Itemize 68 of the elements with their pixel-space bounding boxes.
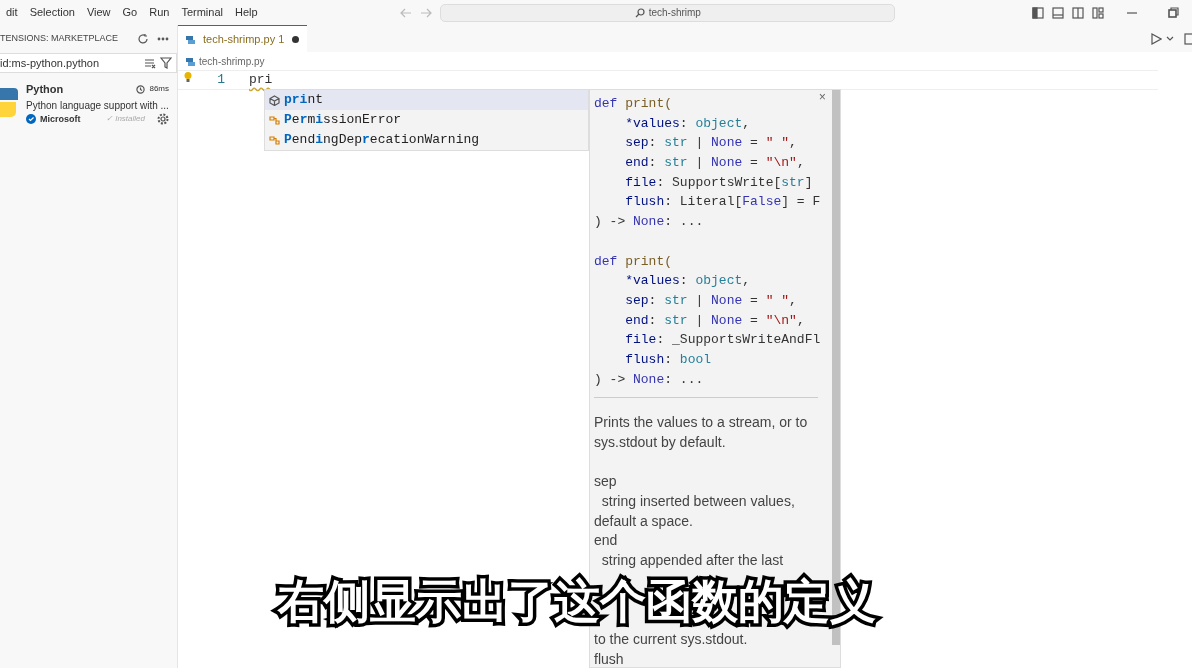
search-icon [634,7,645,18]
menu-item[interactable]: Help [229,4,264,21]
doc-text: end [594,531,619,551]
menu-item[interactable]: Selection [23,4,81,21]
code-line: def print( [594,95,673,113]
cube-icon [269,94,280,106]
code-line: file: _SupportsWriteAndFl [624,331,821,350]
extension-search-field[interactable]: id:ms-python.python [0,53,177,73]
close-button[interactable]: × [818,92,826,104]
caret-icon[interactable] [1166,34,1174,43]
code-text: pri [249,71,273,90]
command-center-search[interactable]: tech-shrimp [440,3,896,22]
refresh-icon[interactable] [137,33,149,45]
sidebar-title: TENSIONS: MARKETPLACE [0,32,119,46]
menu-item[interactable]: Run [143,4,176,21]
doc-text: default a space. [594,511,694,531]
code-line: end: str | None = "\n", [624,154,805,173]
line-number: 1 [216,71,225,90]
code-line: def print( [594,252,673,271]
doc-text: flush [594,649,625,667]
python-file-icon [186,56,195,66]
code-line: ) -> None: ... [594,370,704,389]
split-layout-icon[interactable] [1072,6,1084,19]
run-icon[interactable] [1150,32,1162,45]
code-line: sep: str | None = " ", [624,291,797,310]
activation-time: 86ms [149,83,169,96]
suggestion-item[interactable]: PermissionError [265,110,588,130]
menu-item[interactable]: Terminal [175,4,229,21]
doc-text: sep [594,472,618,492]
code-line: file: SupportsWrite[str] [624,173,813,192]
subtitle: 右侧显示出了这个函数的定义 [272,572,882,631]
doc-text: sys.stdout by default. [594,433,727,452]
class-icon [269,134,280,146]
editor-tab[interactable]: tech-shrimp.py 1 [178,25,308,52]
menu-item[interactable]: View [80,4,117,21]
breadcrumb[interactable]: tech-shrimp.py [199,53,265,69]
menu-item[interactable]: Go [116,4,144,21]
split-editor-icon[interactable] [1184,32,1192,45]
extension-description: Python language support with ... [26,98,169,113]
code-line: flush: Literal[False] = F [624,193,821,212]
code-line: *values: object, [624,114,751,133]
extension-name: Python [26,82,64,97]
filter-icon[interactable] [160,57,172,69]
code-line: ) -> None: ... [594,213,704,232]
publisher-name: Microsoft [40,112,81,126]
menu-item[interactable]: dit [0,4,24,21]
history-icon [136,84,146,94]
suggestion-item[interactable]: print [265,90,588,110]
doc-text: string appended after the last [600,551,785,571]
restore-icon[interactable] [1168,6,1180,19]
code-line: flush: bool [624,350,712,369]
panel-layout-icon[interactable] [1052,6,1064,19]
doc-text: to the current sys.stdout. [594,630,749,649]
python-file-icon [186,34,195,44]
clear-filter-icon[interactable] [144,57,156,69]
settings-icon[interactable] [157,113,169,126]
class-icon [269,114,280,126]
installed-status: ✓ Installed [105,113,145,126]
doc-text: string inserted between values, [600,492,796,512]
code-line: end: str | None = "\n", [624,311,805,330]
suggestion-item[interactable]: PendingDeprecationWarning [265,130,588,150]
code-line: *values: object, [624,272,751,291]
sidebar-layout-icon[interactable] [1032,6,1044,19]
verified-badge-icon [26,114,36,125]
doc-text: Prints the values to a stream, or to [594,413,809,433]
code-line: sep: str | None = " ", [624,134,797,153]
layout-grid-icon[interactable] [1092,6,1104,19]
lightbulb-icon[interactable] [183,71,193,83]
